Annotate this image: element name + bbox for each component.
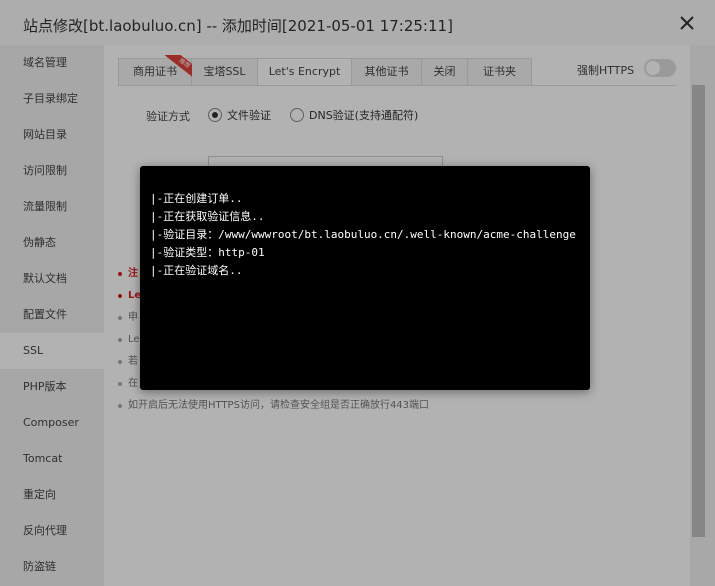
console-line: |-正在创建订单.. [150, 192, 243, 205]
console-line: |-验证类型：http-01 [150, 246, 265, 259]
console-line: |-正在验证域名.. [150, 264, 243, 277]
console-line: |-验证目录：/www/wwwroot/bt.laobuluo.cn/.well… [150, 228, 576, 241]
console-line: |-正在获取验证信息.. [150, 210, 265, 223]
progress-console: |-正在创建订单.. |-正在获取验证信息.. |-验证目录：/www/wwwr… [140, 166, 590, 390]
